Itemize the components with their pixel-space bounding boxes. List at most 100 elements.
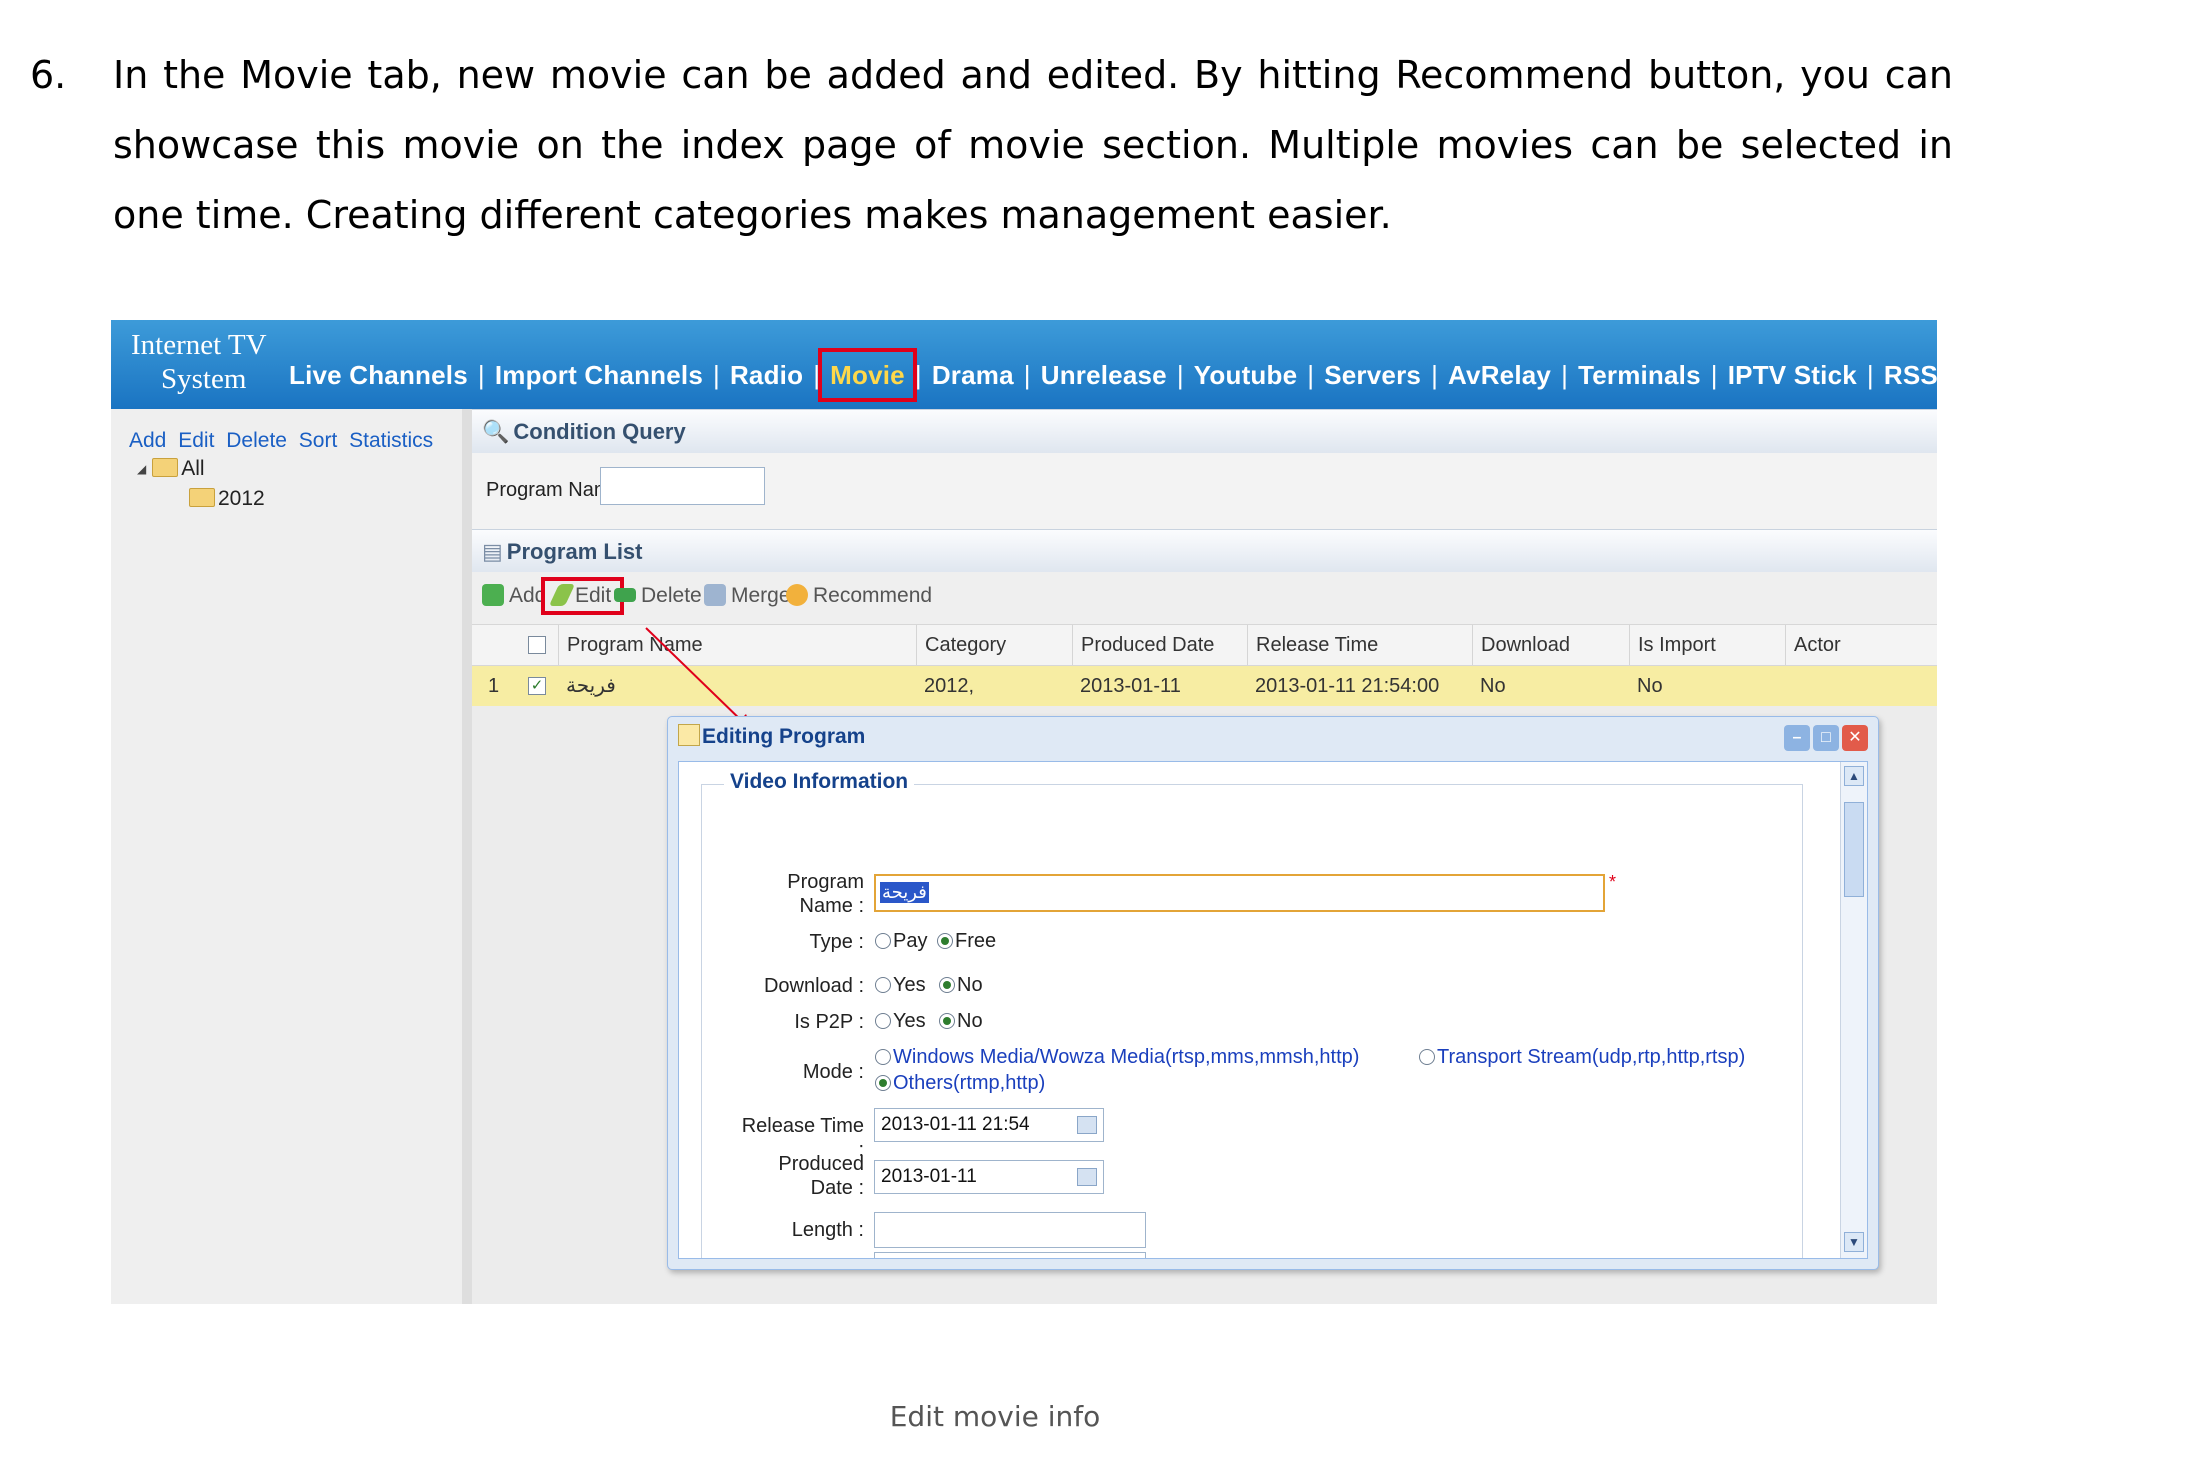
mode-others-radio[interactable]: Others(rtmp,http) (875, 1072, 1045, 1095)
nav-avrelay[interactable]: AvRelay (1446, 358, 1553, 392)
recommend-button[interactable]: Recommend (786, 584, 932, 608)
tree-node-2012[interactable]: 2012 (189, 487, 265, 511)
col-download[interactable]: Download (1472, 625, 1570, 665)
cell-release-time: 2013-01-11 21:54:00 (1255, 675, 1440, 697)
program-name-field-label: Program Name : (734, 870, 864, 918)
tree-node-2012-label: 2012 (218, 487, 265, 510)
mode-transport-stream-radio[interactable]: Transport Stream(udp,rtp,http,rtsp) (1419, 1046, 1745, 1069)
col-produced-date[interactable]: Produced Date (1072, 625, 1214, 665)
radio-icon (875, 1013, 891, 1029)
scroll-down-icon[interactable]: ▼ (1844, 1232, 1864, 1252)
download-yes-label: Yes (893, 974, 926, 996)
nav-drama[interactable]: Drama (930, 358, 1016, 392)
edit-button[interactable]: Edit (540, 577, 625, 615)
col-program-name[interactable]: Program Name (558, 625, 703, 665)
paragraph-text: In the Movie tab, new movie can be added… (113, 53, 1953, 237)
tree-edit-link[interactable]: Edit (178, 429, 214, 452)
nav-import-channels[interactable]: Import Channels (493, 358, 705, 392)
nav-separator: | (1561, 360, 1569, 390)
p2p-no-radio[interactable]: No (939, 1010, 983, 1033)
type-pay-label: Pay (893, 930, 928, 952)
produced-date-label: Produced Date : (734, 1152, 864, 1200)
col-category[interactable]: Category (916, 625, 1006, 665)
category-tree-panel: Add Edit Delete Sort Statistics ◢ All 201… (111, 409, 472, 1304)
table-row[interactable]: 1 ✓ فريحة 2012, 2013-01-11 2013-01-11 21… (472, 666, 1937, 706)
radio-icon (1419, 1049, 1435, 1065)
row-index: 1 (488, 675, 500, 697)
app-screenshot: Internet TV System Live Channels | Import … (111, 320, 1937, 1304)
cell-category: 2012, (924, 675, 975, 697)
delete-button[interactable]: Delete (614, 584, 702, 608)
col-release-time[interactable]: Release Time (1247, 625, 1378, 665)
program-name-search-input[interactable] (600, 467, 765, 505)
tree-add-link[interactable]: Add (129, 429, 166, 452)
col-is-import[interactable]: Is Import (1629, 625, 1716, 665)
type-pay-radio[interactable]: Pay (875, 930, 927, 953)
nav-rss[interactable]: RSS (1882, 358, 1937, 392)
nav-separator: | (1023, 360, 1031, 390)
program-list-header: ▤ Program List (472, 529, 1937, 574)
calendar-icon[interactable] (1077, 1168, 1097, 1186)
calendar-icon[interactable] (1077, 1116, 1097, 1134)
folder-icon (152, 458, 179, 477)
next-field-input[interactable] (874, 1252, 1146, 1258)
dialog-scrollbar[interactable]: ▲ ▼ (1840, 762, 1867, 1258)
condition-query-header: 🔍 Condition Query (472, 409, 1937, 454)
nav-iptv-stick[interactable]: IPTV Stick (1726, 358, 1859, 392)
select-all-checkbox[interactable] (528, 636, 546, 654)
edit-document-icon (678, 724, 700, 746)
dialog-body: Video Information Program Name : فريحة *… (678, 761, 1868, 1259)
nav-terminals[interactable]: Terminals (1576, 358, 1703, 392)
close-icon[interactable]: ✕ (1842, 725, 1868, 751)
row-checkbox[interactable]: ✓ (528, 677, 546, 695)
download-no-label: No (957, 974, 983, 996)
merge-icon (704, 584, 726, 606)
program-name-input[interactable]: فريحة (874, 874, 1605, 912)
recommend-button-label: Recommend (813, 584, 933, 607)
figure-caption: Edit movie info (889, 1400, 1101, 1433)
radio-icon (875, 933, 891, 949)
nav-youtube[interactable]: Youtube (1192, 358, 1299, 392)
scroll-up-icon[interactable]: ▲ (1844, 766, 1864, 786)
download-label: Download : (763, 975, 864, 997)
type-free-radio[interactable]: Free (937, 930, 996, 953)
col-actor[interactable]: Actor (1785, 625, 1841, 665)
nav-live-channels[interactable]: Live Channels (287, 358, 470, 392)
download-yes-radio[interactable]: Yes (875, 974, 926, 997)
p2p-no-label: No (957, 1010, 983, 1032)
tree-actions: Add Edit Delete Sort Statistics (129, 429, 439, 453)
nav-servers[interactable]: Servers (1322, 358, 1423, 392)
download-no-radio[interactable]: No (939, 974, 983, 997)
mode-windows-media-radio[interactable]: Windows Media/Wowza Media(rtsp,mms,mmsh,… (875, 1046, 1359, 1069)
nav-movie[interactable]: Movie (818, 348, 917, 402)
nav-radio[interactable]: Radio (728, 358, 805, 392)
mode-others-label: Others(rtmp,http) (893, 1072, 1046, 1094)
release-time-input[interactable]: 2013-01-11 21:54 (874, 1108, 1104, 1142)
radio-checked-icon (939, 977, 955, 993)
tree-delete-link[interactable]: Delete (226, 429, 287, 452)
scroll-thumb[interactable] (1844, 802, 1864, 897)
logo-line-1: Internet TV (131, 329, 267, 361)
merge-button[interactable]: Merge (704, 584, 791, 608)
pencil-icon (548, 584, 576, 606)
minimize-icon[interactable]: – (1784, 725, 1810, 751)
add-button[interactable]: Add (482, 584, 546, 608)
nav-unrelease[interactable]: Unrelease (1039, 358, 1169, 392)
merge-button-label: Merge (731, 584, 791, 607)
tree-sort-link[interactable]: Sort (299, 429, 338, 452)
release-time-value: 2013-01-11 21:54 (881, 1114, 1030, 1135)
main-nav: Live Channels | Import Channels | Radio | Movi… (287, 348, 1937, 402)
logo-line-2: System (161, 363, 247, 395)
mode-label: Mode : (802, 1061, 864, 1083)
length-input[interactable] (874, 1212, 1146, 1248)
p2p-yes-radio[interactable]: Yes (875, 1010, 926, 1033)
produced-date-input[interactable]: 2013-01-11 (874, 1160, 1104, 1194)
tree-statistics-link[interactable]: Statistics (349, 429, 433, 452)
condition-query-body: Program Name : (472, 453, 1937, 529)
nav-separator: | (477, 360, 485, 390)
maximize-icon[interactable]: □ (1813, 725, 1839, 751)
dialog-title-text: Editing Program (702, 725, 866, 748)
tree-node-all[interactable]: ◢ All (137, 457, 205, 481)
collapse-triangle-icon[interactable]: ◢ (137, 462, 146, 476)
nav-separator: | (712, 360, 720, 390)
